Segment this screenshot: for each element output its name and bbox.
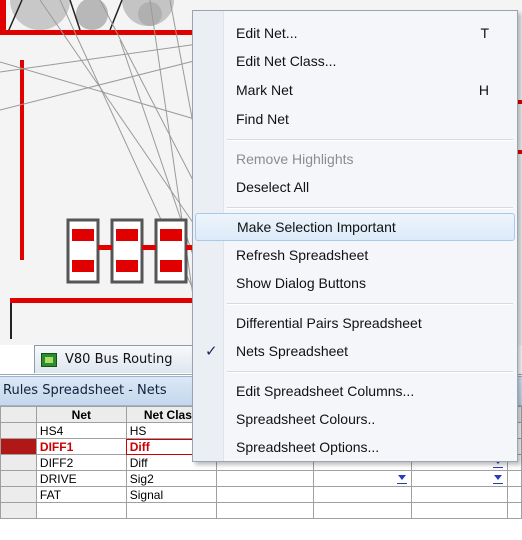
menu-item-label: Show Dialog Buttons — [236, 275, 366, 291]
table-cell[interactable] — [411, 486, 508, 503]
row-header[interactable] — [0, 470, 37, 487]
menu-item-label: Nets Spreadsheet — [236, 343, 349, 359]
table-row[interactable] — [0, 502, 522, 519]
table-cell[interactable] — [506, 470, 522, 487]
table-cell[interactable] — [215, 486, 315, 503]
net-cell[interactable]: DRIVE — [35, 470, 127, 487]
net-class-cell[interactable]: Signal — [125, 486, 217, 503]
table-cell[interactable] — [313, 486, 413, 503]
pcb-trace — [0, 30, 198, 35]
menu-item-label: Edit Spreadsheet Columns... — [236, 383, 415, 399]
menu-item-edit-net-class[interactable]: Edit Net Class... — [195, 47, 515, 75]
menu-item-spreadsheet-options[interactable]: Spreadsheet Options... — [195, 433, 515, 461]
row-header[interactable] — [0, 502, 37, 519]
dropdown-arrow-icon[interactable] — [492, 474, 504, 485]
menu-item-label: Remove Highlights — [236, 151, 354, 167]
menu-item-label: Refresh Spreadsheet — [236, 247, 369, 263]
menu-item-label: Make Selection Important — [237, 219, 396, 235]
dropdown-arrow-icon[interactable] — [396, 474, 408, 485]
net-class-cell[interactable]: Sig2 — [125, 470, 217, 487]
menu-item-differential-pairs-spreadsheet[interactable]: Differential Pairs Spreadsheet — [195, 309, 515, 337]
row-header[interactable] — [0, 486, 37, 503]
menu-item-spreadsheet-colours[interactable]: Spreadsheet Colours.. — [195, 405, 515, 433]
pcb-document-icon — [41, 352, 57, 367]
menu-item-find-net[interactable]: Find Net — [195, 105, 515, 133]
table-cell[interactable] — [313, 502, 413, 519]
pcb-trace — [10, 298, 198, 303]
menu-item-mark-net[interactable]: Mark Net H — [195, 76, 515, 104]
table-cell[interactable] — [35, 502, 127, 519]
menu-item-deselect-all[interactable]: Deselect All — [195, 173, 515, 201]
pcb-pad — [76, 0, 108, 30]
row-header[interactable] — [0, 454, 37, 471]
pcb-trace — [0, 0, 6, 30]
table-cell[interactable] — [125, 502, 217, 519]
table-row[interactable]: FAT Signal — [0, 486, 522, 503]
pcb-trace — [20, 60, 24, 260]
menu-item-remove-highlights: Remove Highlights — [195, 145, 515, 173]
context-menu: Edit Net... T Edit Net Class... Mark Net… — [192, 10, 518, 462]
net-cell[interactable]: DIFF2 — [35, 454, 127, 471]
net-cell[interactable]: HS4 — [35, 422, 127, 439]
menu-item-label: Deselect All — [236, 179, 310, 195]
menu-separator — [227, 371, 513, 373]
pcb-pad — [138, 2, 162, 26]
table-cell[interactable] — [506, 486, 522, 503]
menu-item-edit-spreadsheet-columns[interactable]: Edit Spreadsheet Columns... — [195, 377, 515, 405]
table-row[interactable]: DRIVE Sig2 — [0, 470, 522, 487]
row-header[interactable] — [0, 422, 37, 439]
menu-item-label: Edit Net Class... — [236, 53, 337, 69]
menu-item-shortcut: H — [478, 82, 489, 98]
menu-item-label: Find Net — [236, 111, 289, 127]
row-header-corner[interactable] — [0, 406, 37, 423]
component-pads — [66, 218, 198, 284]
menu-separator — [227, 139, 513, 141]
menu-item-nets-spreadsheet[interactable]: ✓ Nets Spreadsheet — [195, 337, 515, 365]
menu-item-label: Edit Net... — [236, 25, 298, 41]
menu-item-refresh-spreadsheet[interactable]: Refresh Spreadsheet — [195, 241, 515, 269]
menu-item-make-selection-important[interactable]: Make Selection Important — [195, 213, 515, 241]
menu-item-edit-net[interactable]: Edit Net... T — [195, 19, 515, 47]
menu-item-label: Mark Net — [236, 82, 293, 98]
table-cell[interactable] — [215, 502, 315, 519]
pcb-pad — [10, 0, 70, 30]
net-cell[interactable]: DIFF1 — [35, 438, 127, 455]
menu-item-label: Spreadsheet Options... — [236, 439, 380, 455]
net-cell[interactable]: FAT — [35, 486, 127, 503]
table-cell[interactable] — [411, 470, 508, 487]
table-cell[interactable] — [411, 502, 508, 519]
menu-item-label: Spreadsheet Colours.. — [236, 411, 376, 427]
menu-item-label: Differential Pairs Spreadsheet — [236, 315, 422, 331]
row-header[interactable] — [0, 438, 37, 455]
menu-item-show-dialog-buttons[interactable]: Show Dialog Buttons — [195, 269, 515, 297]
menu-separator — [227, 303, 513, 305]
menu-separator — [227, 207, 513, 209]
column-header-net[interactable]: Net — [35, 406, 127, 423]
tab-label: V80 Bus Routing — [65, 352, 173, 367]
table-cell[interactable] — [313, 470, 413, 487]
pcb-outline — [10, 303, 12, 339]
menu-item-shortcut: T — [480, 25, 489, 41]
table-cell[interactable] — [215, 470, 315, 487]
table-cell[interactable] — [506, 502, 522, 519]
checkmark-icon: ✓ — [205, 343, 218, 360]
